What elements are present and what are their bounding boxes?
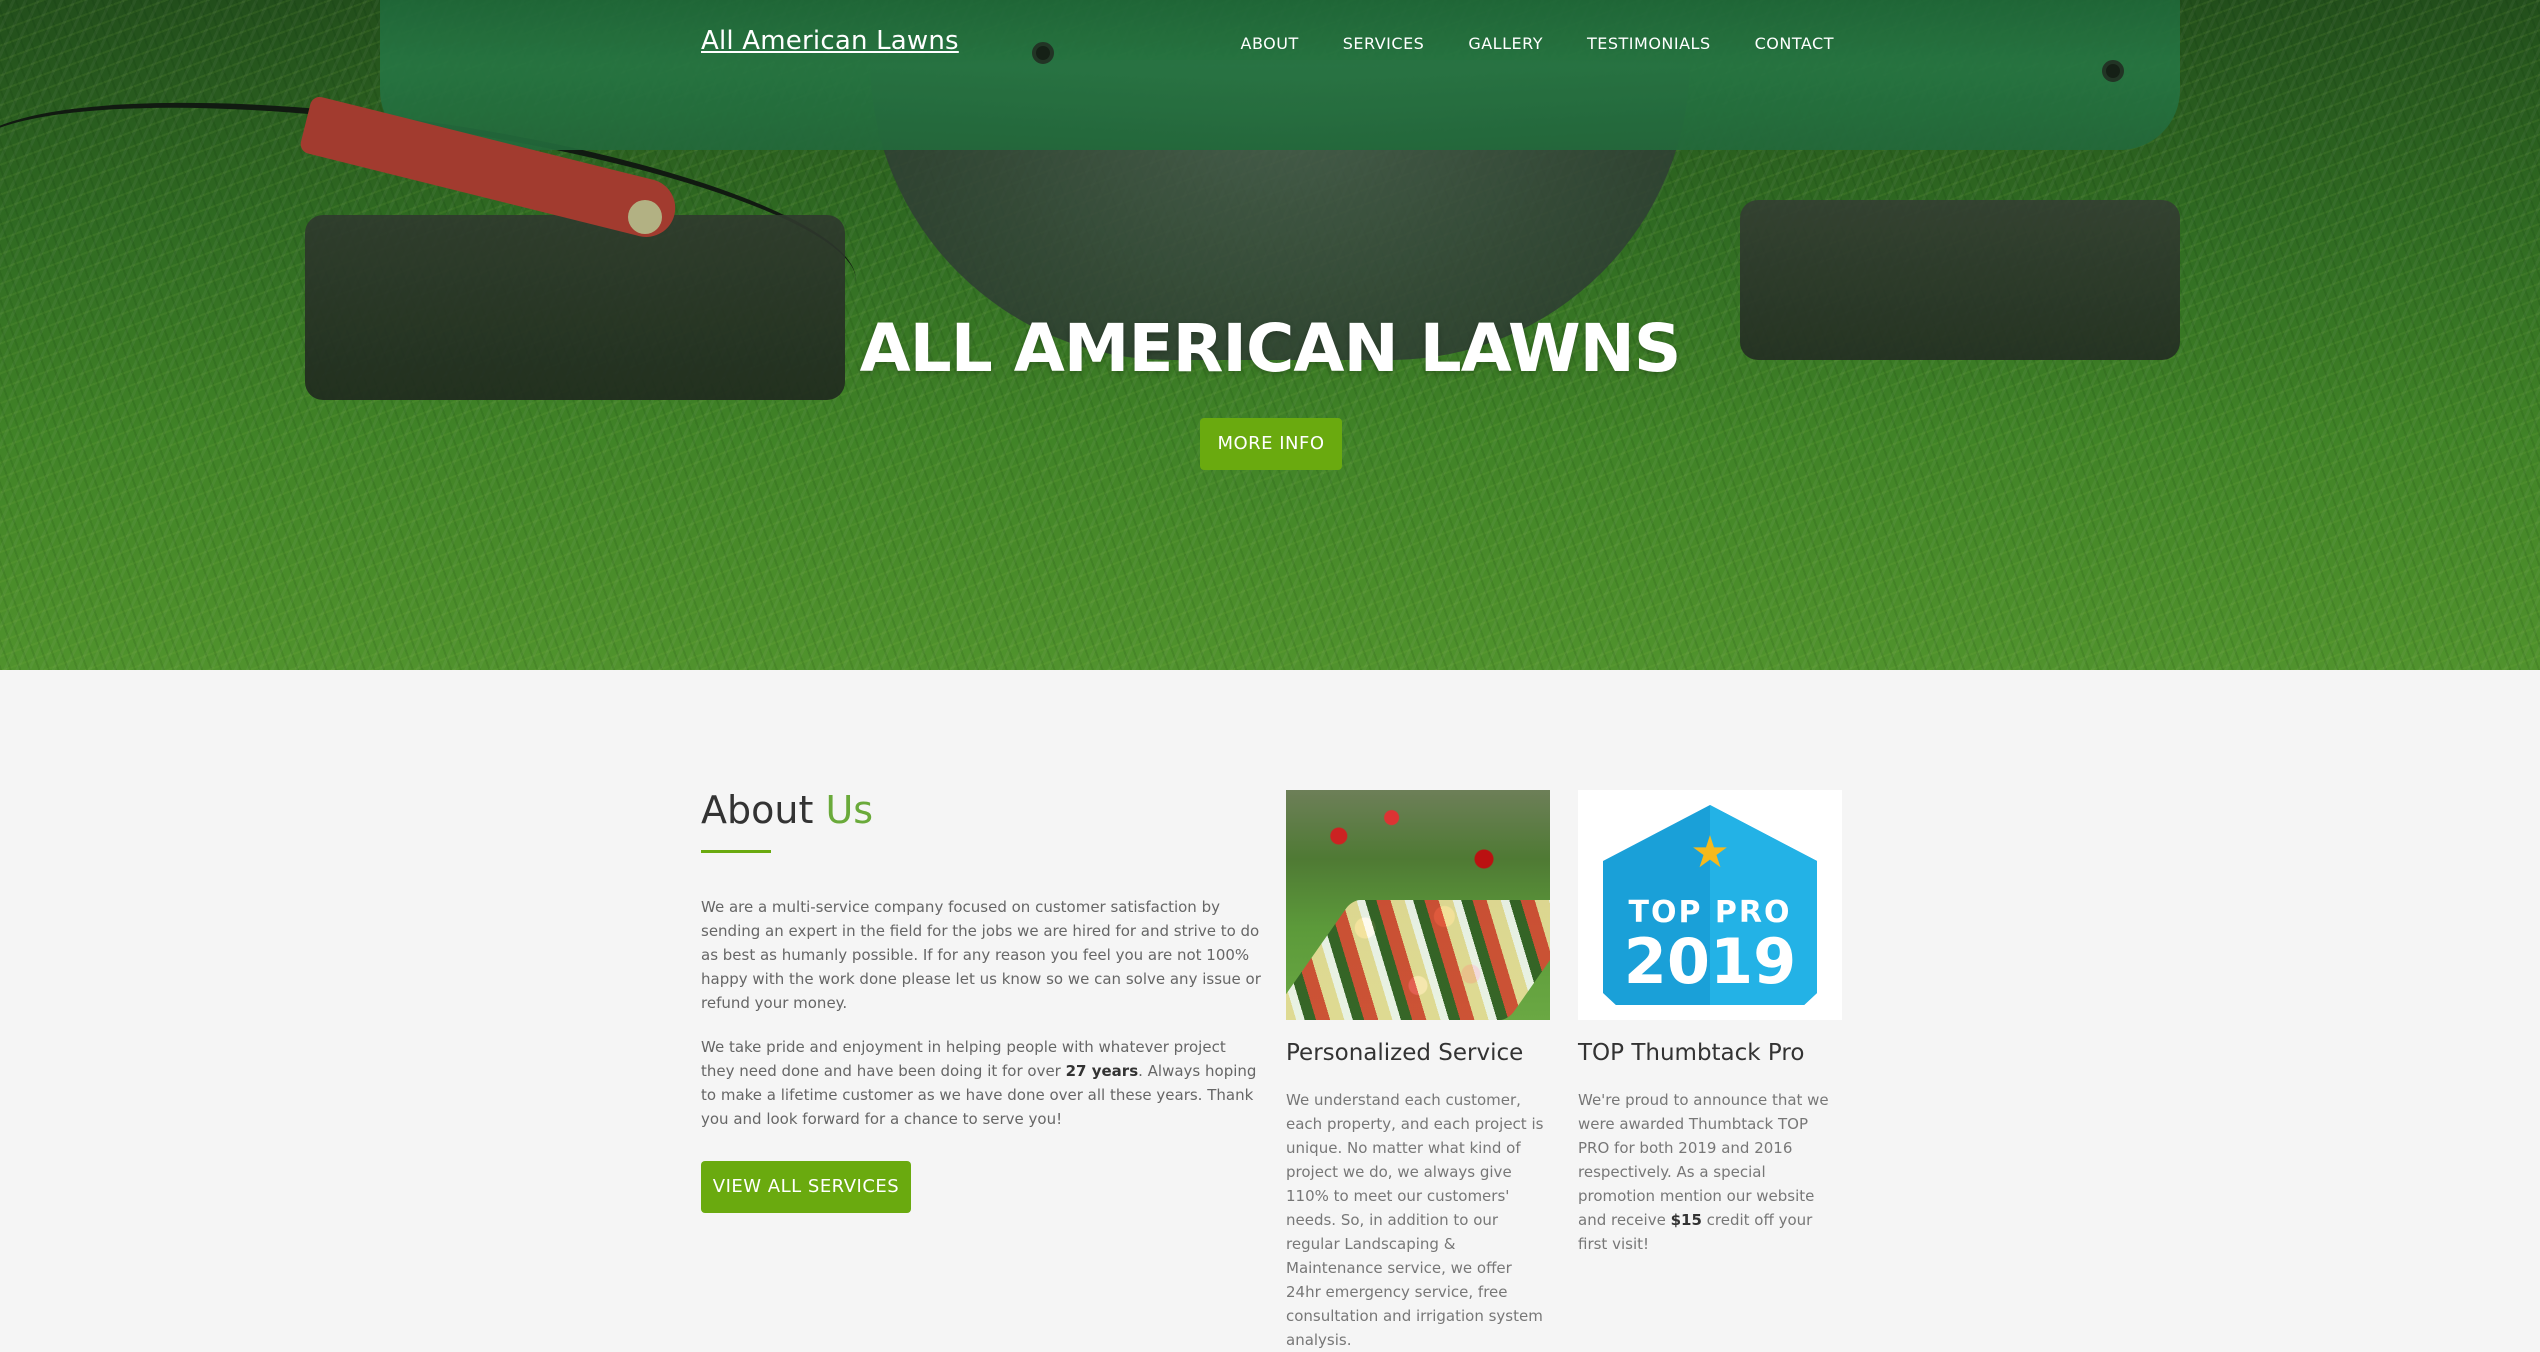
top-pro-badge-image: ★ TOP PRO 2019: [1578, 790, 1842, 1020]
garden-image: [1286, 790, 1550, 1020]
badge-background: ★ TOP PRO 2019: [1578, 790, 1842, 1020]
card-text: We're proud to announce that we were awa…: [1578, 1088, 1842, 1256]
about-paragraph-2: We take pride and enjoyment in helping p…: [701, 1035, 1261, 1131]
about-paragraph-1: We are a multi-service company focused o…: [701, 898, 1261, 1012]
hero-section: All American Lawns ABOUT SERVICES GALLER…: [0, 0, 2540, 670]
star-icon: ★: [1690, 827, 1730, 878]
credit-highlight: $15: [1670, 1211, 1702, 1229]
more-info-button[interactable]: MORE INFO: [1200, 418, 1342, 470]
badge-year-text: 2019: [1623, 925, 1797, 998]
brand-logo-link[interactable]: All American Lawns: [701, 26, 959, 56]
card-title: TOP Thumbtack Pro: [1578, 1040, 1805, 1066]
top-navigation: All American Lawns ABOUT SERVICES GALLER…: [0, 0, 2540, 90]
nav-link-gallery[interactable]: GALLERY: [1468, 34, 1543, 53]
about-section: About Us We are a multi-service company …: [0, 670, 2540, 1349]
card-text-start: We're proud to announce that we were awa…: [1578, 1091, 1829, 1229]
about-heading-accent: Us: [825, 788, 874, 832]
about-heading: About Us: [701, 788, 1261, 832]
heading-underline: [701, 850, 771, 853]
card-title: Personalized Service: [1286, 1040, 1524, 1066]
nav-links: ABOUT SERVICES GALLERY TESTIMONIALS CONT…: [1241, 34, 1835, 53]
card-personalized-service: Personalized Service We understand each …: [1286, 790, 1550, 1352]
view-all-services-button[interactable]: VIEW ALL SERVICES: [701, 1161, 911, 1213]
about-heading-main: About: [701, 788, 814, 832]
nav-link-about[interactable]: ABOUT: [1241, 34, 1299, 53]
years-highlight: 27 years: [1065, 1062, 1139, 1080]
card-top-thumbtack-pro: ★ TOP PRO 2019 TOP Thumbtack Pro We're p…: [1578, 790, 1842, 1256]
nav-link-contact[interactable]: CONTACT: [1755, 34, 1834, 53]
card-text: We understand each customer, each proper…: [1286, 1091, 1544, 1349]
top-pro-badge: ★ TOP PRO 2019: [1603, 805, 1817, 1005]
nav-link-services[interactable]: SERVICES: [1343, 34, 1425, 53]
hero-title: ALL AMERICAN LAWNS: [859, 310, 1682, 387]
about-column: About Us We are a multi-service company …: [701, 788, 1261, 1213]
nav-link-testimonials[interactable]: TESTIMONIALS: [1587, 34, 1711, 53]
